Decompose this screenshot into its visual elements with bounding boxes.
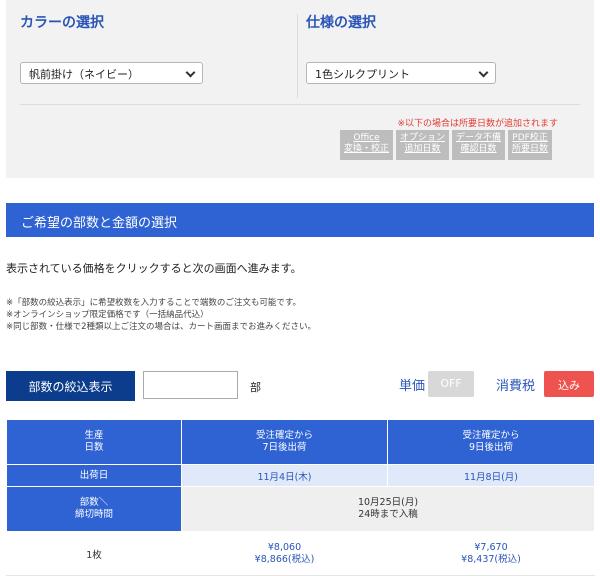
lead-text: 表示されている価格をクリックすると次の画面へ進みます。 [6,262,302,275]
data-check-label-1: データ不備 [456,133,502,143]
cutoff-label-line: 締切時間 [74,509,113,520]
notes: ※「部数の絞込表示」に希望枚数を入力することで端数のご注文も可能です。 ※オンラ… [6,297,316,333]
option-days-label-1: オプション [400,133,446,143]
header-line: 生産 [84,430,104,441]
option-days-label-2: 追加日数 [404,144,441,154]
cutoff-label: 部数＼ 締切時間 [6,486,182,532]
ship-date-label: 出荷日 [6,464,182,487]
office-conversion-button[interactable]: Office 変換・校正 [340,130,394,160]
section-header: ご希望の部数と金額の選択 [6,203,594,237]
note-item: ※「部数の絞込表示」に希望枚数を入力することで端数のご注文も可能です。 [6,298,302,308]
cutoff-date: 10月25日(月) [357,497,419,508]
note-item: ※オンラインショップ限定価格です（一括納品代込） [6,310,209,320]
chevron-down-icon [478,67,489,78]
data-check-label-2: 確認日数 [460,144,497,154]
unit-price-toggle[interactable]: OFF [428,371,474,397]
office-conversion-label-2: 変換・校正 [344,144,390,154]
quantity-filter-input[interactable] [143,371,238,399]
plan-header-9days: 受注確定から 9日後出荷 [387,419,595,465]
tax-label: 消費税 [496,379,536,394]
cutoff-value: 10月25日(月) 24時まで入稿 [181,486,595,532]
option-buttons: Office 変換・校正 オプション 追加日数 データ不備 確認日数 PDF校正… [340,130,553,160]
header-line: 受注確定から [462,430,520,441]
quantity-filter-label: 部数の絞込表示 [6,371,135,401]
color-section-title: カラーの選択 [20,15,104,31]
note-item: ※同じ部数・仕様で2種類以上ご注文の場合は、カート画面までお進みください。 [6,322,317,332]
option-days-button[interactable]: オプション 追加日数 [396,130,450,160]
unit-price-label: 単価 [399,379,426,394]
price-value: ¥8,060 [267,541,302,553]
color-select-value: 帆前掛け（ネイビー） [29,68,139,81]
ship-date-9days: 11月8日(月) [387,464,595,487]
data-check-button[interactable]: データ不備 確認日数 [452,130,506,160]
price-cell-7days[interactable]: ¥8,060 ¥8,866(税込) [181,531,388,576]
tax-toggle[interactable]: 込み [544,371,594,397]
pdf-proof-label-2: 所要日数 [512,144,549,154]
spec-select-value: 1色シルクプリント [315,68,410,81]
quantity-cell: 1枚 [6,531,182,576]
option-panel: カラーの選択 仕様の選択 帆前掛け（ネイビー） 1色シルクプリント ※以下の場合… [6,0,594,178]
header-line: 9日後出荷 [468,442,514,453]
panel-divider [20,104,580,105]
production-days-header: 生産 日数 [6,419,182,465]
office-conversion-label-1: Office [353,133,380,143]
price-cell-9days[interactable]: ¥7,670 ¥8,437(税込) [387,531,595,576]
chevron-down-icon [185,67,196,78]
price-value: ¥7,670 [474,541,508,553]
additional-days-notice: ※以下の場合は所要日数が追加されます [397,119,558,129]
pdf-proof-label-1: PDF校正 [512,133,548,143]
column-divider [297,14,298,98]
cutoff-label-line: 部数＼ [79,497,109,508]
ship-date-7days: 11月4日(木) [181,464,388,487]
header-line: 日数 [84,442,104,453]
pdf-proof-button[interactable]: PDF校正 所要日数 [508,130,553,160]
header-line: 7日後出荷 [262,442,307,453]
price-with-tax: ¥8,866(税込) [254,553,315,565]
cutoff-time: 24時まで入稿 [358,509,418,520]
price-with-tax: ¥8,437(税込) [461,553,521,565]
spec-select[interactable]: 1色シルクプリント [306,62,496,84]
plan-header-7days: 受注確定から 7日後出荷 [181,419,388,465]
price-table: 生産 日数 受注確定から 7日後出荷 受注確定から 9日後出荷 出荷日 11月4… [6,419,595,576]
color-select[interactable]: 帆前掛け（ネイビー） [20,62,203,84]
header-line: 受注確定から [255,430,313,441]
table-row: 1枚 ¥8,060 ¥8,866(税込) ¥7,670 ¥8,437(税込) [6,531,595,576]
spec-section-title: 仕様の選択 [306,15,376,31]
quantity-unit: 部 [250,381,261,394]
